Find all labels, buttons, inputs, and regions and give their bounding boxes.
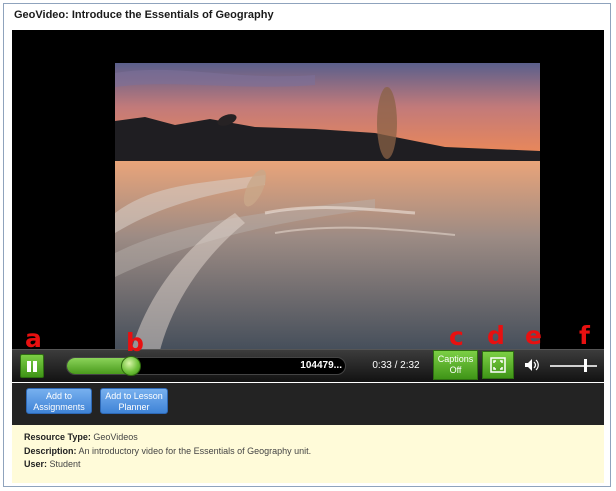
captions-label-line2: Off <box>449 365 462 375</box>
resource-type-value: GeoVideos <box>93 432 138 442</box>
marker-f: f <box>579 321 590 350</box>
marker-b: b <box>126 328 144 357</box>
description-row: Description: An introductory video for t… <box>24 445 604 459</box>
action-bar: Add to Assignments Add to Lesson Planner <box>12 383 604 425</box>
fullscreen-icon <box>490 357 506 373</box>
captions-button[interactable]: Captions Off <box>433 350 478 380</box>
user-row: User: Student <box>24 458 604 472</box>
marker-c: c <box>449 322 464 351</box>
resource-type-label: Resource Type: <box>24 432 91 442</box>
add-to-lesson-planner-line2: Planner <box>118 402 150 412</box>
add-to-lesson-planner-button[interactable]: Add to Lesson Planner <box>100 388 168 414</box>
video-player[interactable] <box>12 30 604 382</box>
captions-label-line1: Captions <box>437 354 474 364</box>
description-label: Description: <box>24 445 77 456</box>
time-display: 0:33 / 2:32 <box>372 360 420 371</box>
pause-button[interactable] <box>20 354 44 378</box>
resource-info-panel: Resource Type: GeoVideos Description: An… <box>12 425 604 483</box>
volume-knob[interactable] <box>584 359 587 372</box>
marker-e: e <box>525 321 542 350</box>
seek-thumb[interactable] <box>121 356 141 376</box>
fullscreen-button[interactable] <box>482 351 514 379</box>
description-value: An introductory video for the Essentials… <box>78 445 312 456</box>
window-title: GeoVideo: Introduce the Essentials of Ge… <box>14 9 274 21</box>
track-label: 104479... <box>300 360 342 371</box>
resource-type-row: Resource Type: GeoVideos <box>24 431 604 445</box>
add-to-lesson-planner-line1: Add to Lesson <box>105 391 163 401</box>
marker-d: d <box>487 321 505 350</box>
user-value: Student <box>49 459 81 469</box>
volume-slider[interactable] <box>550 365 597 367</box>
marker-a: a <box>25 324 42 353</box>
add-to-assignments-line2: Assignments <box>33 402 85 412</box>
user-label: User: <box>24 459 48 469</box>
volume-icon[interactable] <box>524 358 540 377</box>
add-to-assignments-line1: Add to <box>45 391 73 401</box>
add-to-assignments-button[interactable]: Add to Assignments <box>26 388 92 414</box>
video-image <box>115 63 540 379</box>
video-frame[interactable] <box>115 63 540 379</box>
